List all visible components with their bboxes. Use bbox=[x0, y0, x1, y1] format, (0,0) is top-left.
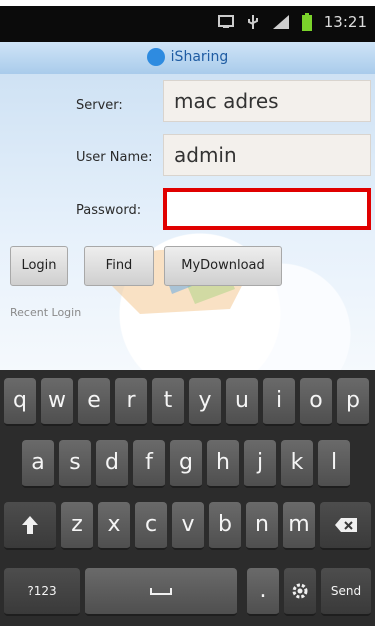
password-label: Password: bbox=[76, 203, 142, 218]
key-l[interactable]: l bbox=[318, 440, 350, 488]
find-button[interactable]: Find bbox=[84, 246, 154, 286]
key-e[interactable]: e bbox=[78, 378, 110, 426]
settings-icon bbox=[292, 583, 308, 599]
key-c[interactable]: c bbox=[135, 502, 167, 550]
key-j[interactable]: j bbox=[244, 440, 276, 488]
period-key[interactable]: . bbox=[247, 568, 279, 616]
status-bar: 13:21 bbox=[0, 6, 375, 42]
status-icons: 13:21 bbox=[217, 13, 367, 31]
key-p[interactable]: p bbox=[337, 378, 369, 426]
key-s[interactable]: s bbox=[59, 440, 91, 488]
username-label: User Name: bbox=[76, 150, 153, 165]
settings-key[interactable] bbox=[284, 568, 316, 616]
key-t[interactable]: t bbox=[152, 378, 184, 426]
key-u[interactable]: u bbox=[226, 378, 258, 426]
soft-keyboard: q w e r t y u i o p a s d f g h j k l z … bbox=[0, 370, 375, 626]
key-o[interactable]: o bbox=[300, 378, 332, 426]
login-button[interactable]: Login bbox=[10, 246, 68, 286]
key-v[interactable]: v bbox=[172, 502, 204, 550]
backspace-icon bbox=[334, 518, 357, 532]
key-x[interactable]: x bbox=[98, 502, 130, 550]
key-z[interactable]: z bbox=[61, 502, 93, 550]
key-b[interactable]: b bbox=[209, 502, 241, 550]
key-n[interactable]: n bbox=[246, 502, 278, 550]
status-time: 13:21 bbox=[323, 13, 367, 31]
key-r[interactable]: r bbox=[115, 378, 147, 426]
key-f[interactable]: f bbox=[133, 440, 165, 488]
app-logo-icon bbox=[146, 48, 165, 66]
recent-login-label: Recent Login bbox=[10, 306, 82, 319]
app-title-bar: iSharing bbox=[0, 42, 375, 75]
shift-icon bbox=[22, 516, 38, 534]
key-h[interactable]: h bbox=[207, 440, 239, 488]
key-i[interactable]: i bbox=[263, 378, 295, 426]
symbols-key[interactable]: ?123 bbox=[4, 568, 80, 616]
space-key[interactable] bbox=[85, 568, 237, 616]
server-field[interactable]: mac adres bbox=[163, 80, 371, 122]
key-q[interactable]: q bbox=[4, 378, 36, 426]
send-key[interactable]: Send bbox=[321, 568, 371, 616]
login-form: Server: mac adres User Name: admin Passw… bbox=[0, 74, 375, 370]
key-d[interactable]: d bbox=[96, 440, 128, 488]
space-icon bbox=[150, 588, 172, 595]
username-field[interactable]: admin bbox=[163, 134, 371, 176]
key-w[interactable]: w bbox=[41, 378, 73, 426]
battery-icon bbox=[301, 13, 312, 31]
signal-icon bbox=[272, 14, 290, 30]
app-title: iSharing bbox=[170, 49, 229, 65]
screen-icon bbox=[217, 15, 234, 29]
key-k[interactable]: k bbox=[281, 440, 313, 488]
usb-icon bbox=[246, 14, 260, 30]
mydownload-button[interactable]: MyDownload bbox=[164, 246, 282, 286]
server-label: Server: bbox=[76, 98, 123, 113]
shift-key[interactable] bbox=[4, 502, 56, 550]
key-a[interactable]: a bbox=[22, 440, 54, 488]
key-g[interactable]: g bbox=[170, 440, 202, 488]
backspace-key[interactable] bbox=[320, 502, 371, 550]
key-m[interactable]: m bbox=[283, 502, 315, 550]
password-field[interactable] bbox=[163, 188, 371, 230]
key-y[interactable]: y bbox=[189, 378, 221, 426]
